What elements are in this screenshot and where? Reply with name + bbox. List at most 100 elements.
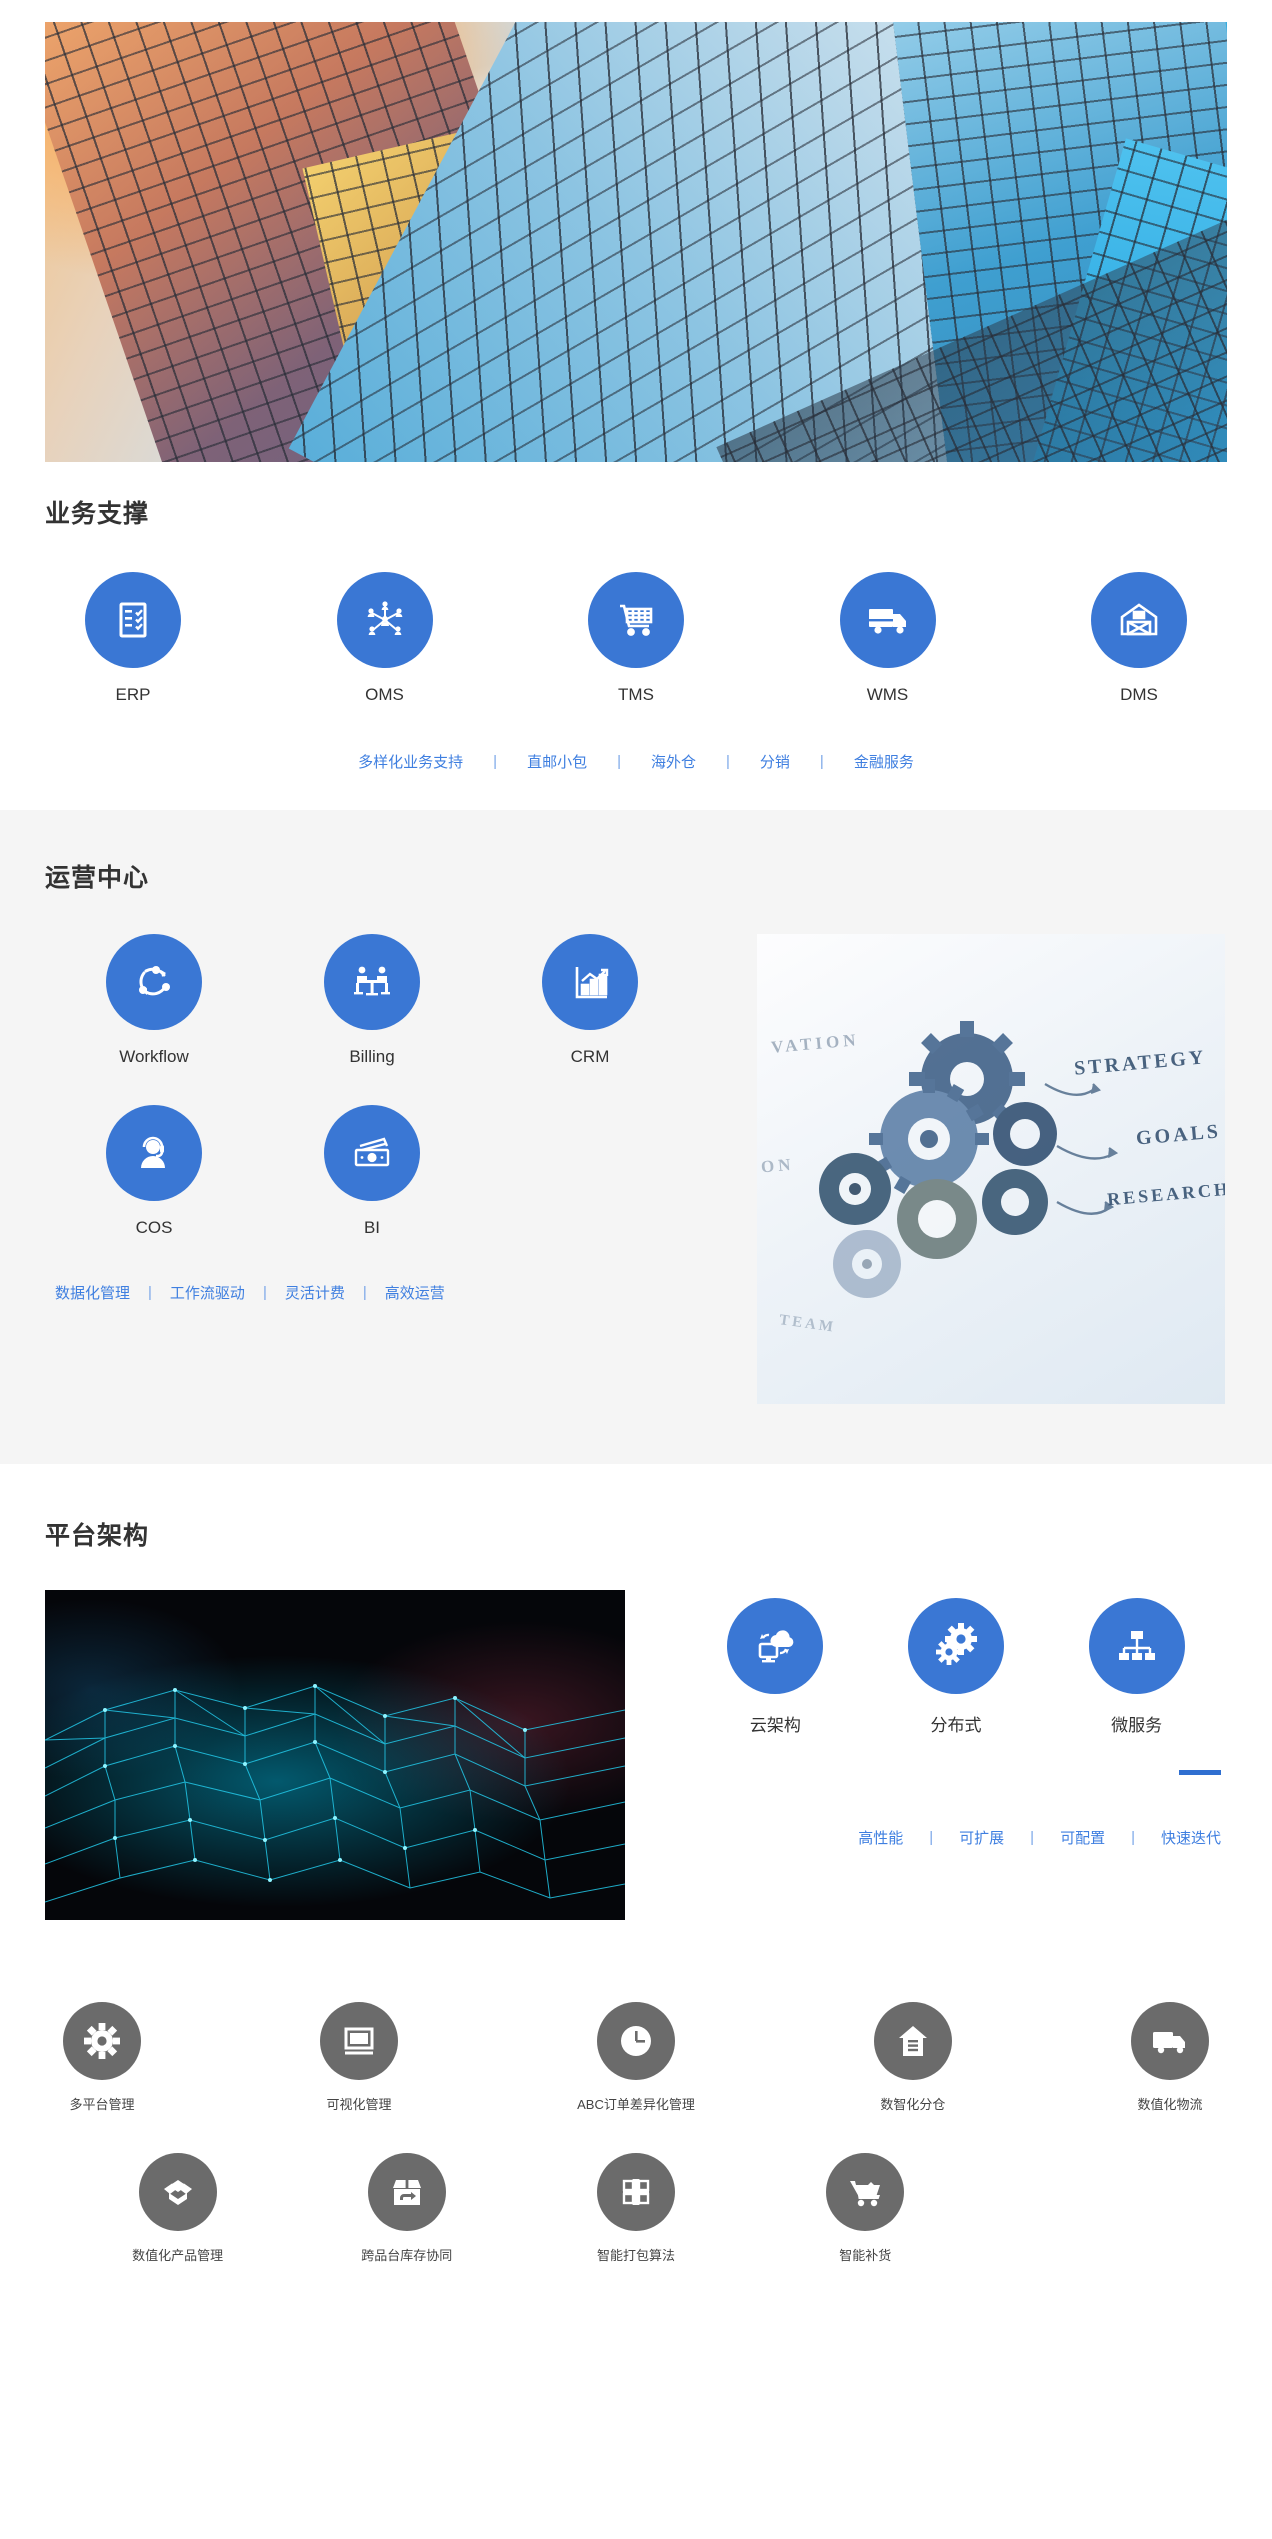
platform-active-accent-bar (1179, 1770, 1221, 1775)
section-platform-architecture: 平台架构 云架构 分布式 微服务 高性能 | 可扩展 | 可配置 | 快速迭代 (0, 1464, 1272, 1966)
business-link-3[interactable]: 分销 (760, 751, 790, 772)
gear-photo-word-on: ON (760, 1154, 796, 1177)
page-root: 业务支撑 ERP OMS TMS WMS DMS 多样化业务支持 | 直邮小包 … (0, 0, 1272, 2314)
operations-icon-row-1: Workflow Billing CRM (45, 934, 745, 1067)
platform-links-row: 高性能 | 可扩展 | 可配置 | 快速迭代 (685, 1827, 1227, 1848)
feature-item-label: 数值化产品管理 (132, 2248, 224, 2263)
operations-item-workflow[interactable]: Workflow (45, 934, 263, 1067)
operations-item-bi[interactable]: BI (263, 1105, 481, 1238)
link-separator: | (617, 753, 621, 770)
operations-link-2[interactable]: 灵活计费 (285, 1282, 345, 1303)
operations-link-3[interactable]: 高效运营 (385, 1282, 445, 1303)
platform-item-label: 分布式 (930, 1716, 982, 1735)
circular-arrows-icon (106, 934, 202, 1030)
network-mesh-photo (45, 1590, 625, 1920)
operations-item-label: Billing (349, 1047, 395, 1066)
open-box-icon (138, 2153, 217, 2231)
feature-item-smart-packing[interactable]: 智能打包算法 (521, 2153, 750, 2264)
feature-item-smart-warehouse[interactable]: 数智化分仓 (873, 2002, 952, 2113)
feature-item-label: 可视化管理 (326, 2097, 392, 2112)
hero-banner-image (45, 22, 1227, 462)
feature-row-2: 数值化产品管理 跨品台库存协同 智能打包算法 智能补货 (45, 2153, 1227, 2264)
operations-link-1[interactable]: 工作流驱动 (170, 1282, 245, 1303)
business-link-2[interactable]: 海外仓 (651, 751, 696, 772)
feature-item-label: 多平台管理 (69, 2097, 135, 2112)
feature-item-smart-replenish[interactable]: 智能补货 (751, 2153, 980, 2264)
link-separator: | (493, 753, 498, 770)
business-item-oms[interactable]: OMS (336, 572, 433, 705)
platform-item-microservice[interactable]: 微服务 (1088, 1598, 1185, 1736)
business-item-erp[interactable]: ERP (85, 572, 181, 705)
business-icon-row: ERP OMS TMS WMS DMS (45, 572, 1227, 705)
platform-item-label: 云架构 (749, 1716, 801, 1735)
operations-item-cos[interactable]: COS (45, 1105, 263, 1238)
feature-item-abc-order[interactable]: ABC订单差异化管理 (577, 2002, 695, 2113)
people-at-table-icon (324, 934, 420, 1030)
link-separator: | (819, 753, 824, 770)
operations-item-label: CRM (570, 1047, 610, 1066)
hero-banner-wrap (0, 0, 1272, 462)
link-separator: | (148, 1284, 152, 1301)
business-item-label: WMS (866, 685, 909, 704)
platform-item-distributed[interactable]: 分布式 (907, 1598, 1004, 1736)
feature-item-multi-platform[interactable]: 多平台管理 (63, 2002, 141, 2113)
link-separator: | (1131, 1829, 1135, 1846)
clock-icon (596, 2002, 675, 2080)
business-link-4[interactable]: 金融服务 (854, 751, 914, 772)
platform-item-cloud[interactable]: 云架构 (727, 1598, 824, 1736)
platform-architecture-title: 平台架构 (45, 1522, 150, 1550)
operations-item-crm[interactable]: CRM (481, 934, 699, 1067)
feature-item-label: 数智化分仓 (880, 2097, 946, 2112)
operations-icon-row-2: COS BI (45, 1105, 745, 1238)
warehouse-barn-icon (1091, 572, 1187, 668)
section-feature-grid: 多平台管理 可视化管理 ABC订单差异化管理 数智化分仓 数值化物流 数值化产品… (0, 1966, 1272, 2314)
platform-link-0[interactable]: 高性能 (858, 1827, 903, 1848)
business-item-label: DMS (1120, 685, 1158, 704)
box-return-icon (367, 2153, 446, 2231)
feature-row-1: 多平台管理 可视化管理 ABC订单差异化管理 数智化分仓 数值化物流 (45, 2002, 1227, 2113)
business-item-label: OMS (365, 685, 404, 704)
cart-icon (826, 2153, 905, 2231)
feature-item-digital-logistics[interactable]: 数值化物流 (1130, 2002, 1209, 2113)
platform-right: 云架构 分布式 微服务 高性能 | 可扩展 | 可配置 | 快速迭代 (625, 1590, 1227, 1920)
feature-item-product-mgmt[interactable]: 数值化产品管理 (63, 2153, 292, 2264)
delivery-truck-icon (839, 572, 936, 668)
business-item-dms[interactable]: DMS (1091, 572, 1187, 705)
business-item-wms[interactable]: WMS (839, 572, 936, 705)
business-item-label: ERP (115, 685, 151, 704)
two-gears-icon (907, 1598, 1004, 1694)
business-links-row: 多样化业务支持 | 直邮小包 | 海外仓 | 分销 | 金融服务 (45, 751, 1227, 772)
platform-item-label: 微服务 (1111, 1716, 1163, 1735)
business-link-0[interactable]: 多样化业务支持 (358, 751, 463, 772)
gear-icon (63, 2002, 141, 2080)
operations-item-label: Workflow (119, 1047, 189, 1066)
section-operations-center: 运营中心 Workflow Billing CRM COS BI 数据化管理 |… (0, 810, 1272, 1464)
link-separator: | (1030, 1829, 1035, 1846)
platform-link-3[interactable]: 快速迭代 (1161, 1827, 1221, 1848)
business-item-tms[interactable]: TMS (588, 572, 684, 705)
platform-link-2[interactable]: 可配置 (1060, 1827, 1105, 1848)
network-users-icon (336, 572, 433, 668)
operations-item-billing[interactable]: Billing (263, 934, 481, 1067)
feature-item-visual[interactable]: 可视化管理 (320, 2002, 399, 2113)
operations-left: Workflow Billing CRM COS BI 数据化管理 | 工作流驱… (45, 934, 745, 1404)
operations-item-label: COS (135, 1218, 173, 1237)
warehouse-doc-icon (873, 2002, 952, 2080)
link-separator: | (362, 1284, 367, 1301)
platform-link-1[interactable]: 可扩展 (959, 1827, 1004, 1848)
business-link-1[interactable]: 直邮小包 (527, 751, 587, 772)
operations-item-placeholder (481, 1105, 699, 1238)
operations-center-title: 运营中心 (45, 864, 150, 892)
link-separator: | (262, 1284, 267, 1301)
clipboard-checklist-icon (85, 572, 181, 668)
section-business-support: 业务支撑 ERP OMS TMS WMS DMS 多样化业务支持 | 直邮小包 … (0, 462, 1272, 810)
feature-item-cross-platform-inventory[interactable]: 跨品台库存协同 (292, 2153, 521, 2264)
operations-link-0[interactable]: 数据化管理 (55, 1282, 130, 1303)
business-item-label: TMS (618, 685, 654, 704)
headset-agent-icon (106, 1105, 202, 1201)
feature-item-label: 数值化物流 (1137, 2097, 1203, 2112)
platform-icon-row: 云架构 分布式 微服务 (685, 1590, 1227, 1736)
feature-item-label: 跨品台库存协同 (361, 2248, 453, 2263)
operations-item-label: BI (363, 1218, 381, 1237)
money-cash-icon (324, 1105, 420, 1201)
